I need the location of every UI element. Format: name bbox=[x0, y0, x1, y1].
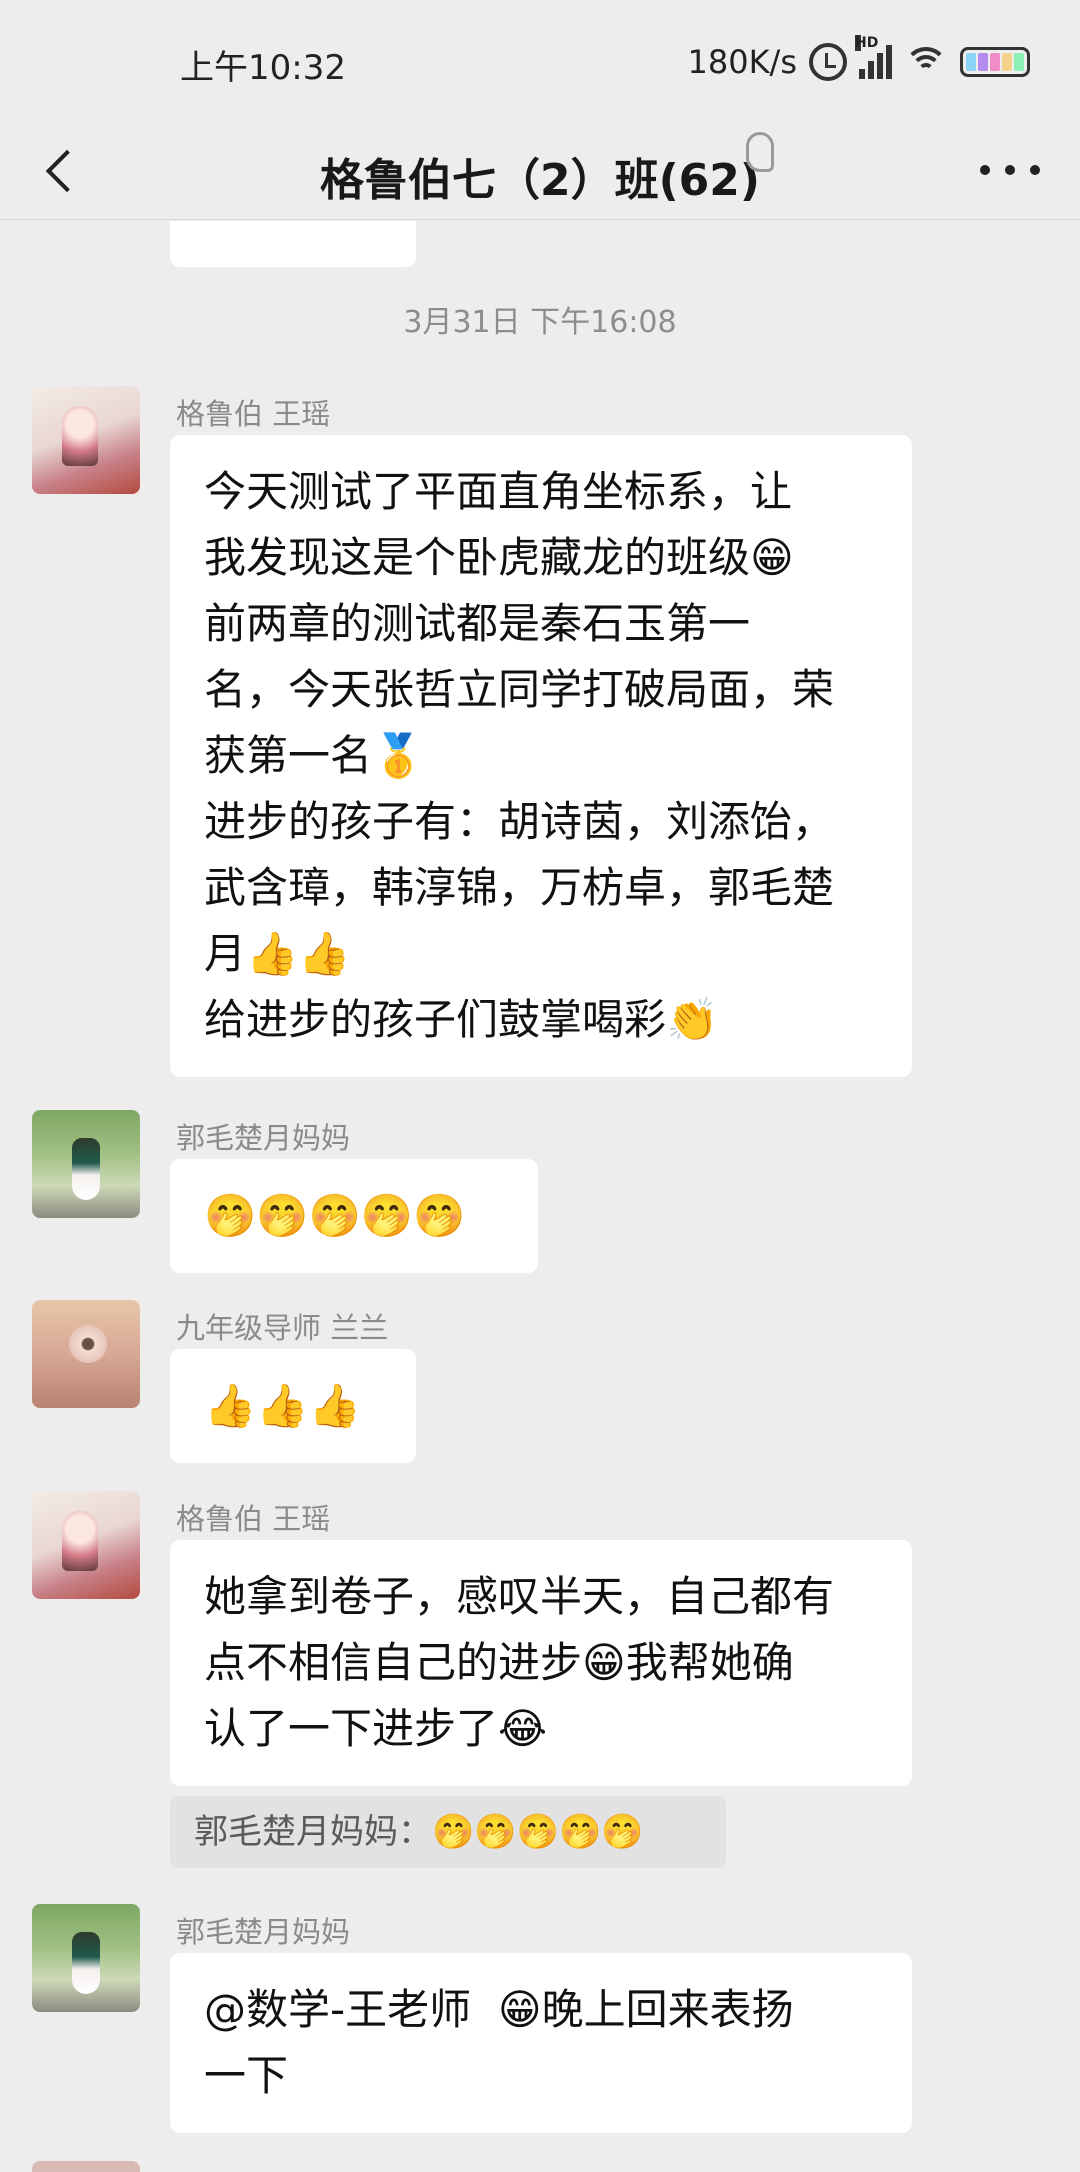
flower-avatar[interactable] bbox=[32, 1300, 140, 1408]
status-icons: 180K/s HD bbox=[687, 35, 1030, 84]
alarm-icon bbox=[809, 43, 847, 81]
status-time: 上午10:32 bbox=[180, 48, 346, 88]
message-bubble[interactable]: 🤭🤭🤭🤭🤭 bbox=[170, 1159, 538, 1273]
next-avatar[interactable] bbox=[32, 2161, 140, 2172]
sender-name: 格鲁伯 王瑶 bbox=[176, 1502, 331, 1536]
sender-name: 郭毛楚月妈妈 bbox=[176, 1915, 351, 1949]
message-bubble[interactable]: @数学-王老师 😁晚上回来表扬 一下 bbox=[170, 1953, 912, 2133]
opera-avatar[interactable] bbox=[32, 1491, 140, 1599]
quoted-message[interactable]: 郭毛楚月妈妈：🤭🤭🤭🤭🤭 bbox=[170, 1796, 726, 1868]
more-button[interactable] bbox=[980, 152, 1040, 188]
message-list[interactable]: 3月31日 下午16:08 格鲁伯 王瑶 今天测试了平面直角坐标系，让 我发现这… bbox=[0, 221, 1080, 2172]
net-speed: 180K/s bbox=[687, 43, 797, 81]
chat-header: 格鲁伯七（2）班(62) bbox=[0, 120, 1080, 220]
wifi-icon bbox=[904, 45, 948, 79]
sender-name: 郭毛楚月妈妈 bbox=[176, 1121, 351, 1155]
girl-avatar[interactable] bbox=[32, 1904, 140, 2012]
chat-title: 格鲁伯七（2）班(62) bbox=[319, 155, 761, 206]
chat-timestamp: 3月31日 下午16:08 bbox=[403, 305, 677, 340]
message-bubble[interactable]: 👍👍👍 bbox=[170, 1349, 416, 1463]
status-bar: 上午10:32 180K/s HD bbox=[0, 0, 1080, 120]
sender-name: 格鲁伯 王瑶 bbox=[176, 397, 331, 431]
battery-icon bbox=[960, 47, 1030, 77]
signal-icon: HD bbox=[855, 35, 892, 79]
previous-message-bubble[interactable] bbox=[170, 221, 416, 267]
message-bubble[interactable]: 她拿到卷子，感叹半天，自己都有 点不相信自己的进步😁我帮她确 认了一下进步了😂 bbox=[170, 1540, 912, 1786]
sender-name: 九年级导师 兰兰 bbox=[176, 1311, 389, 1345]
more-dots-icon bbox=[980, 165, 990, 175]
opera-avatar[interactable] bbox=[32, 386, 140, 494]
hd-label: HD bbox=[855, 35, 879, 51]
girl-avatar[interactable] bbox=[32, 1110, 140, 1218]
message-bubble[interactable]: 今天测试了平面直角坐标系，让 我发现这是个卧虎藏龙的班级😁 前两章的测试都是秦石… bbox=[170, 435, 912, 1077]
ear-icon bbox=[746, 132, 774, 172]
